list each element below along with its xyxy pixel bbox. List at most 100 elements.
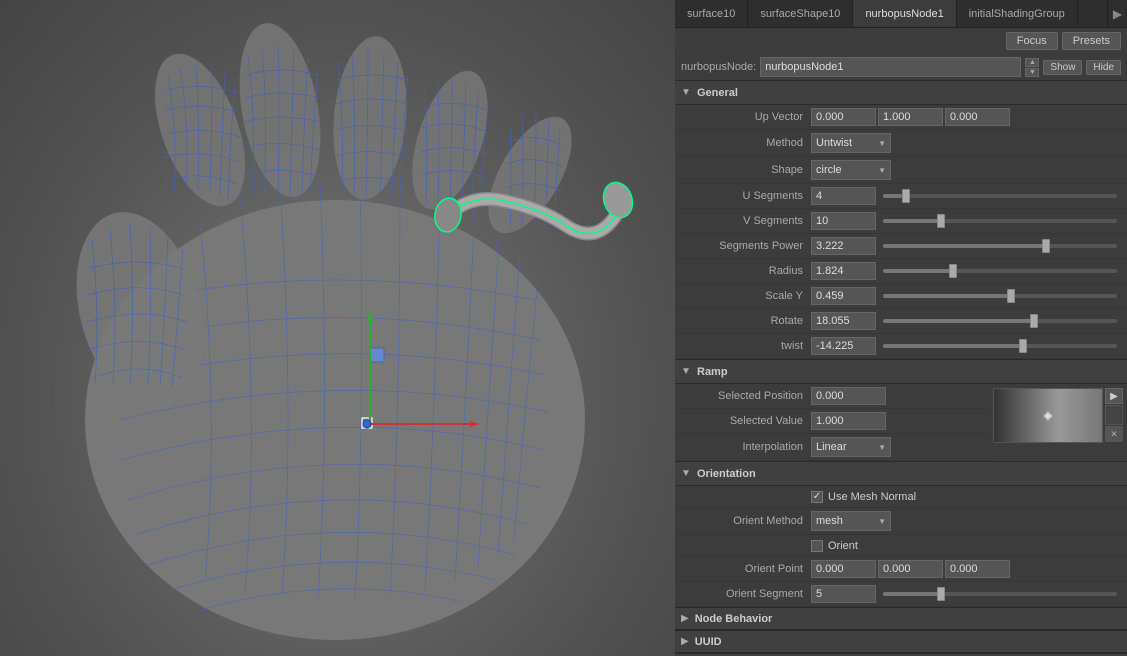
orient-method-label: Orient Method (681, 515, 811, 527)
segments-power-row: Segments Power (675, 234, 1127, 259)
tab-surface10[interactable]: surface10 (675, 0, 748, 27)
ramp-section-header[interactable]: ▼ Ramp (675, 360, 1127, 384)
twist-label: twist (681, 340, 811, 352)
shape-label: Shape (681, 164, 811, 176)
orientation-collapse-arrow: ▼ (681, 468, 691, 479)
tab-expand-button[interactable]: ▶ (1107, 0, 1127, 27)
node-next-arrow[interactable]: ▼ (1025, 68, 1039, 77)
uuid-header[interactable]: ▶ UUID (675, 631, 1127, 653)
radius-row: Radius (675, 259, 1127, 284)
node-label: nurbopusNode: (681, 61, 756, 73)
ramp-widget-area: ▶ ✕ (989, 384, 1127, 461)
selected-position-value (811, 387, 983, 405)
orient-method-dropdown[interactable]: mesh ▼ (811, 511, 891, 531)
rotate-row: Rotate (675, 309, 1127, 334)
panel-content: ▼ General Up Vector Method Untwist ▼ (675, 80, 1127, 656)
orient-checkbox[interactable] (811, 540, 823, 552)
orient-method-value: mesh ▼ (811, 511, 1121, 531)
tab-nurbopusnode1[interactable]: nurbopusNode1 (853, 0, 956, 27)
method-row: Method Untwist ▼ (675, 130, 1127, 157)
orientation-section-title: Orientation (697, 468, 756, 480)
orient-method-row: Orient Method mesh ▼ (675, 508, 1127, 535)
u-segments-input[interactable] (811, 187, 876, 205)
segments-power-label: Segments Power (681, 240, 811, 252)
uuid-expand-arrow: ▶ (681, 636, 689, 647)
segments-power-slider[interactable] (883, 244, 1117, 248)
selected-position-input[interactable] (811, 387, 886, 405)
ramp-left-fields: Selected Position Selected Value (675, 384, 989, 461)
node-behavior-section: ▶ Node Behavior (675, 607, 1127, 630)
node-row: nurbopusNode: ▲ ▼ Show Hide (675, 54, 1127, 80)
ramp-section: ▼ Ramp Selected Position Selected Value (675, 359, 1127, 461)
twist-slider[interactable] (883, 344, 1117, 348)
orient-segment-slider[interactable] (883, 592, 1117, 596)
3d-viewport[interactable] (0, 0, 675, 656)
general-collapse-arrow: ▼ (681, 87, 691, 98)
scale-y-input[interactable] (811, 287, 876, 305)
rotate-input[interactable] (811, 312, 876, 330)
orient-point-z[interactable] (945, 560, 1010, 578)
scale-y-row: Scale Y (675, 284, 1127, 309)
scale-y-slider[interactable] (883, 294, 1117, 298)
method-dropdown[interactable]: Untwist ▼ (811, 133, 891, 153)
radius-slider[interactable] (883, 269, 1117, 273)
interpolation-dropdown[interactable]: Linear ▼ (811, 437, 891, 457)
radius-label: Radius (681, 265, 811, 277)
u-segments-label: U Segments (681, 190, 811, 202)
orient-segment-input[interactable] (811, 585, 876, 603)
twist-value (811, 337, 1121, 355)
node-nav-arrows: ▲ ▼ (1025, 58, 1039, 77)
shape-dropdown[interactable]: circle ▼ (811, 160, 891, 180)
tab-bar: surface10 surfaceShape10 nurbopusNode1 i… (675, 0, 1127, 28)
node-behavior-header[interactable]: ▶ Node Behavior (675, 608, 1127, 630)
up-vector-row: Up Vector (675, 105, 1127, 130)
node-input[interactable] (760, 57, 1021, 77)
up-vector-x[interactable] (811, 108, 876, 126)
tab-surfaceshape10[interactable]: surfaceShape10 (748, 0, 853, 27)
hide-button[interactable]: Hide (1086, 60, 1121, 75)
up-vector-y[interactable] (878, 108, 943, 126)
v-segments-input[interactable] (811, 212, 876, 230)
shape-value: circle ▼ (811, 160, 1121, 180)
orient-label: Orient (828, 540, 858, 552)
ramp-section-title: Ramp (697, 366, 728, 378)
orient-point-x[interactable] (811, 560, 876, 578)
orient-point-y[interactable] (878, 560, 943, 578)
twist-row: twist (675, 334, 1127, 359)
radius-input[interactable] (811, 262, 876, 280)
radius-value (811, 262, 1121, 280)
general-section-title: General (697, 87, 738, 99)
up-vector-label: Up Vector (681, 111, 811, 123)
tab-initialshadinggroup[interactable]: initialShadingGroup (957, 0, 1078, 27)
presets-button[interactable]: Presets (1062, 32, 1121, 50)
selected-position-label: Selected Position (681, 390, 811, 402)
use-mesh-normal-checkbox[interactable]: ✓ (811, 491, 823, 503)
selected-value-input[interactable] (811, 412, 886, 430)
orientation-section-header[interactable]: ▼ Orientation (675, 462, 1127, 486)
interpolation-row: Interpolation Linear ▼ (675, 434, 989, 461)
v-segments-label: V Segments (681, 215, 811, 227)
node-behavior-expand-arrow: ▶ (681, 613, 689, 624)
up-vector-value (811, 108, 1121, 126)
segments-power-input[interactable] (811, 237, 876, 255)
interpolation-label: Interpolation (681, 441, 811, 453)
u-segments-slider[interactable] (883, 194, 1117, 198)
segments-power-value (811, 237, 1121, 255)
scale-y-value (811, 287, 1121, 305)
orient-segment-label: Orient Segment (681, 588, 811, 600)
twist-input[interactable] (811, 337, 876, 355)
orient-segment-row: Orient Segment (675, 582, 1127, 607)
up-vector-z[interactable] (945, 108, 1010, 126)
show-button[interactable]: Show (1043, 60, 1082, 75)
method-value: Untwist ▼ (811, 133, 1121, 153)
v-segments-row: V Segments (675, 209, 1127, 234)
general-section-header[interactable]: ▼ General (675, 81, 1127, 105)
node-prev-arrow[interactable]: ▲ (1025, 58, 1039, 67)
rotate-slider[interactable] (883, 319, 1117, 323)
v-segments-slider[interactable] (883, 219, 1117, 223)
ramp-next-btn[interactable]: ▶ (1105, 388, 1123, 404)
v-segments-value (811, 212, 1121, 230)
ramp-clear-btn[interactable]: ✕ (1105, 426, 1123, 442)
orient-row: Orient (675, 535, 1127, 557)
focus-button[interactable]: Focus (1006, 32, 1058, 50)
